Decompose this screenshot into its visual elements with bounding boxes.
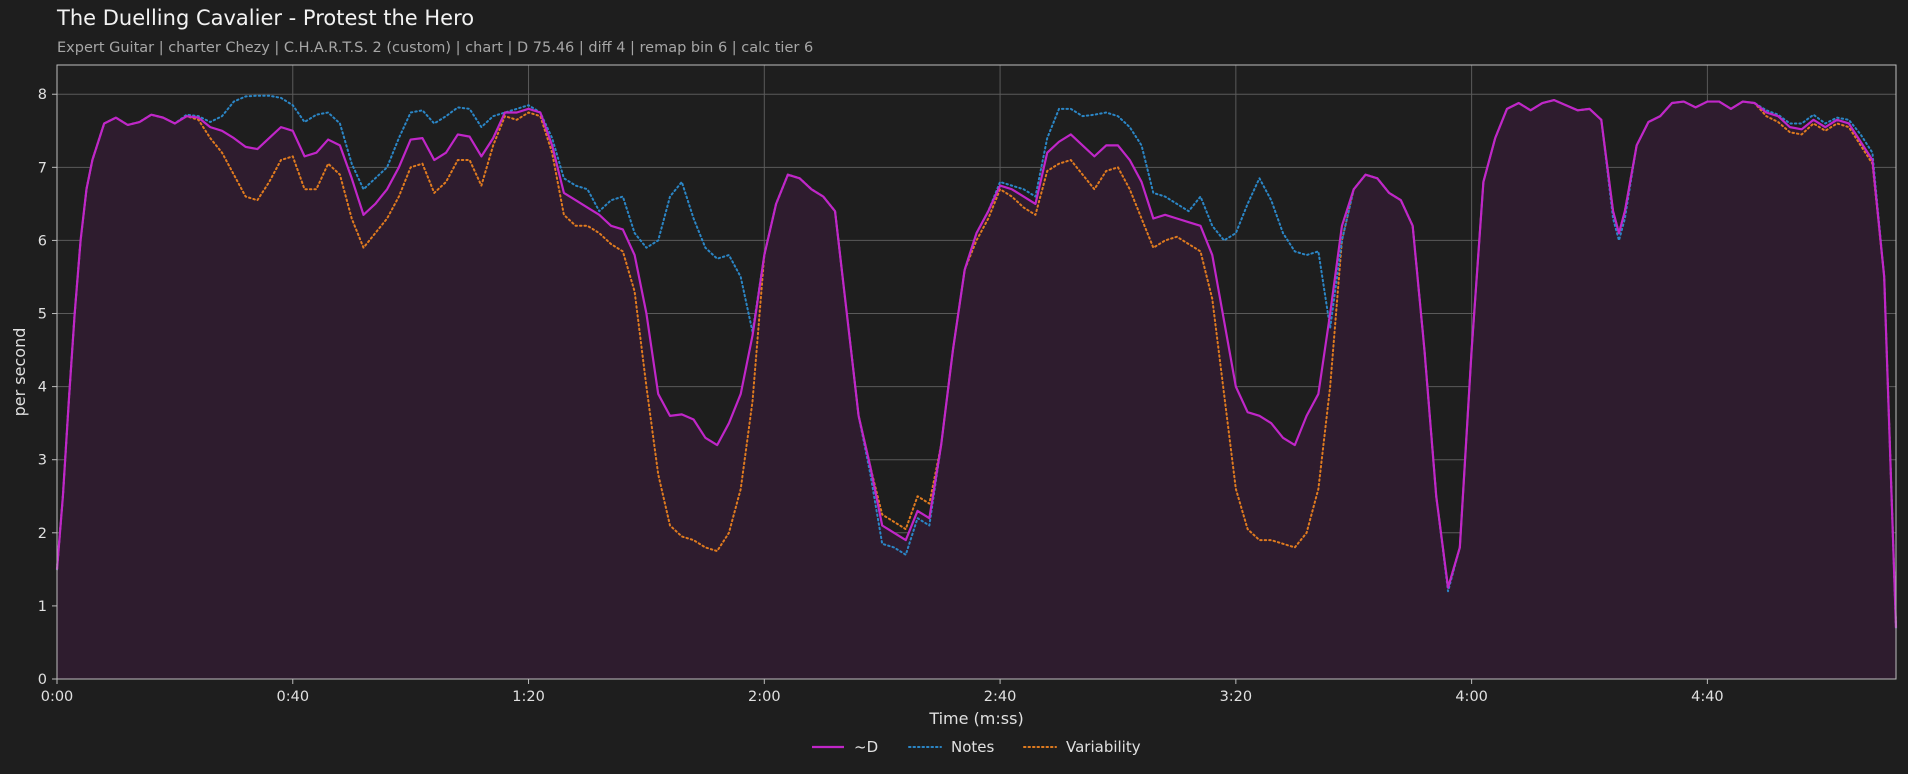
x-tick-label: 2:00 (748, 689, 781, 705)
series-fill (57, 100, 1896, 680)
chart-area: 0:00 0:40 1:20 2:00 2:40 3:20 4:00 4:40 0 1 2 3 4 5 6 7… (10, 64, 1898, 756)
y-tick-label: 3 (38, 453, 47, 469)
y-tick-label: 1 (38, 599, 47, 615)
x-tick-label: 3:20 (1220, 689, 1253, 705)
y-tick-label: 0 (38, 672, 47, 688)
y-tick-label: 4 (38, 380, 47, 396)
y-tick-label: 5 (38, 307, 47, 323)
legend-label: Notes (951, 738, 995, 756)
series-fill-area (57, 100, 1896, 680)
legend-label: ~D (854, 738, 878, 756)
y-tick-label: 7 (38, 160, 47, 176)
y-tick-label: 2 (38, 526, 47, 542)
x-tick-label: 4:00 (1455, 689, 1488, 705)
x-tick-label: 0:40 (276, 689, 309, 705)
y-axis-label: per second (10, 328, 29, 417)
x-tick-label: 1:20 (512, 689, 545, 705)
legend-label: Variability (1066, 738, 1141, 756)
x-tick-label: 0:00 (41, 689, 74, 705)
y-tick-label: 6 (38, 233, 47, 249)
x-axis-label: Time (m:ss) (928, 709, 1023, 728)
y-tick-label: 8 (38, 87, 47, 103)
legend: ~D Notes Variability (812, 738, 1141, 756)
x-tick-label: 4:40 (1691, 689, 1724, 705)
x-tick-label: 2:40 (984, 689, 1017, 705)
